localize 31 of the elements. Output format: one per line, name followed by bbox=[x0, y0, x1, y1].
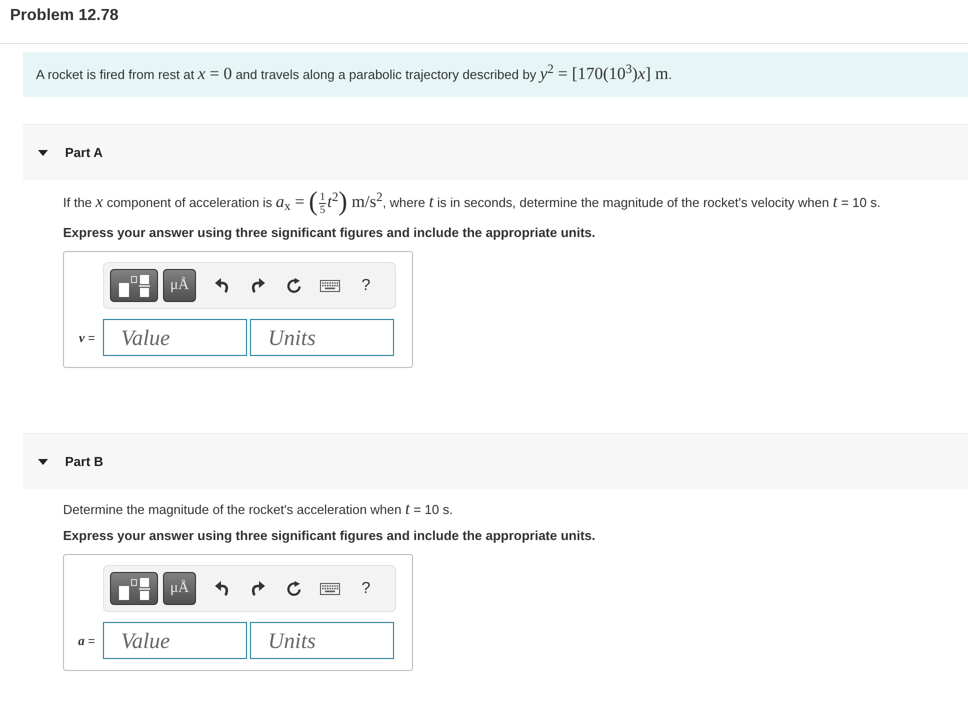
refresh-icon[interactable] bbox=[286, 278, 302, 294]
instruction-text: Express your answer using three significant figures and include the appropriate units. bbox=[63, 224, 596, 242]
part-header[interactable]: Part A bbox=[23, 124, 968, 180]
refresh-icon[interactable] bbox=[286, 580, 302, 596]
units-field[interactable]: Units bbox=[250, 319, 394, 356]
templates-button[interactable] bbox=[110, 572, 158, 605]
templates-button[interactable] bbox=[110, 269, 158, 302]
redo-icon[interactable] bbox=[251, 581, 265, 596]
undo-icon[interactable] bbox=[215, 581, 229, 596]
undo-icon[interactable] bbox=[215, 278, 229, 293]
redo-icon[interactable] bbox=[251, 278, 265, 293]
units-button[interactable]: μÅ bbox=[163, 269, 196, 302]
keyboard-icon[interactable] bbox=[320, 582, 340, 594]
part-title: Part B bbox=[65, 452, 104, 471]
units-button[interactable]: μÅ bbox=[163, 572, 196, 605]
part-header[interactable]: Part B bbox=[23, 433, 968, 489]
part-title: Part A bbox=[65, 144, 103, 162]
value-field[interactable]: Value bbox=[103, 319, 247, 356]
keyboard-icon[interactable] bbox=[320, 280, 340, 292]
question-text: Determine the magnitude of the rocket's acceleration when t = 10 s. bbox=[63, 500, 454, 519]
help-button[interactable]: ? bbox=[360, 276, 372, 296]
answer-label: v = bbox=[78, 328, 95, 347]
help-button[interactable]: ? bbox=[360, 578, 372, 598]
answer-label: a = bbox=[78, 632, 95, 650]
template-icon bbox=[118, 578, 150, 600]
value-field[interactable]: Value bbox=[103, 622, 247, 659]
template-icon bbox=[118, 274, 150, 296]
instruction-text: Express your answer using three significant figures and include the appropriate units. bbox=[63, 527, 596, 545]
problem-title: Problem 12.78 bbox=[10, 6, 120, 26]
problem-statement: A rocket is fired from rest at x = 0 and travels along a parabolic trajectory described by y$^{2}$ = [170(10$^{3}$)x] m. bbox=[36, 65, 672, 84]
units-field[interactable]: Units bbox=[250, 622, 394, 659]
